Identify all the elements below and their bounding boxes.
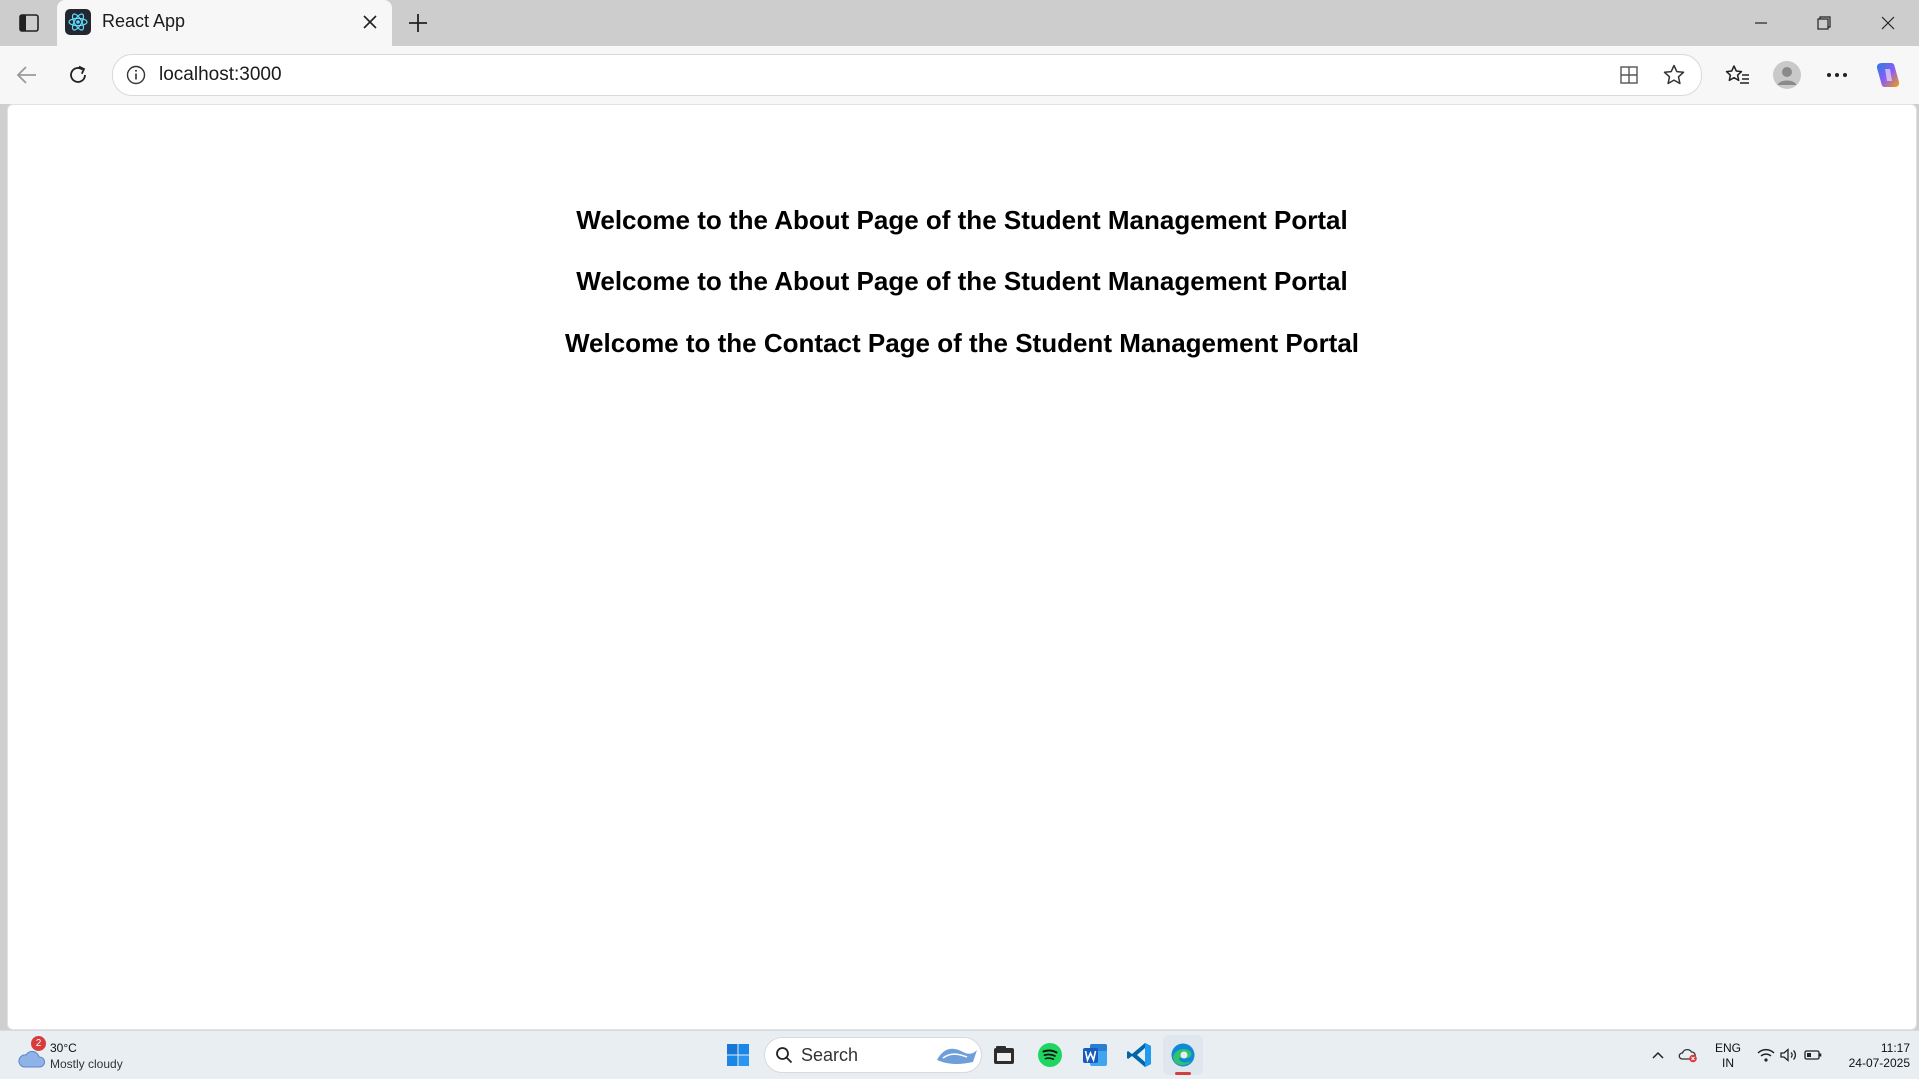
address-bar[interactable]: localhost:3000	[112, 54, 1702, 96]
weather-temperature: 30°C	[50, 1041, 77, 1055]
wifi-icon[interactable]	[1756, 1045, 1776, 1065]
browser-toolbar: localhost:3000	[0, 46, 1919, 104]
search-highlight-icon	[937, 1048, 977, 1064]
input-language-code: ENG	[1714, 1041, 1741, 1055]
vscode-icon[interactable]	[1119, 1035, 1159, 1075]
page-heading-about: Welcome to the About Page of the Student…	[576, 205, 1348, 235]
close-window-icon[interactable]	[1858, 0, 1918, 46]
edge-browser-icon[interactable]	[1163, 1035, 1203, 1075]
clock[interactable]: 11:17 24-07-2025	[1830, 1041, 1910, 1071]
tab-actions-icon[interactable]	[14, 10, 44, 36]
search-icon	[776, 1047, 793, 1064]
onedrive-error-icon[interactable]	[1678, 1045, 1698, 1065]
input-language[interactable]: ENG IN	[1712, 1041, 1744, 1071]
page-viewport: Welcome to the About Page of the Student…	[7, 104, 1917, 1030]
more-options-icon[interactable]	[1820, 58, 1854, 92]
page-heading-contact: Welcome to the Contact Page of the Stude…	[564, 328, 1360, 358]
favorite-star-icon[interactable]	[1660, 61, 1688, 89]
active-app-indicator	[1175, 1072, 1191, 1075]
back-icon[interactable]	[10, 58, 44, 92]
browser-tab-active[interactable]: React App	[57, 0, 392, 47]
volume-icon[interactable]	[1779, 1045, 1799, 1065]
tab-close-icon[interactable]	[360, 12, 380, 32]
refresh-icon[interactable]	[61, 58, 95, 92]
app-available-icon[interactable]	[1615, 61, 1643, 89]
minimize-icon[interactable]	[1731, 0, 1791, 46]
tab-title: React App	[102, 11, 186, 31]
tab-strip: React App	[0, 0, 1919, 47]
input-language-region: IN	[1722, 1056, 1734, 1070]
new-tab-icon[interactable]	[403, 8, 433, 38]
word-icon[interactable]	[1075, 1035, 1115, 1075]
start-windows-icon[interactable]	[718, 1035, 758, 1075]
profile-avatar-icon[interactable]	[1770, 58, 1804, 92]
site-info-icon[interactable]	[125, 64, 147, 86]
restore-icon[interactable]	[1794, 0, 1854, 46]
react-atom-icon	[65, 9, 91, 35]
url-text: localhost:3000	[159, 64, 282, 85]
file-explorer-icon[interactable]	[984, 1035, 1024, 1075]
show-hidden-icons-chevron[interactable]	[1648, 1045, 1668, 1065]
page-heading-about-duplicate: Welcome to the About Page of the Student…	[576, 266, 1348, 296]
favorites-icon[interactable]	[1720, 58, 1754, 92]
copilot-icon[interactable]	[1871, 58, 1905, 92]
weather-widget[interactable]: 2 30°C Mostly cloudy	[14, 1036, 154, 1075]
spotify-icon[interactable]	[1030, 1035, 1070, 1075]
weather-badge: 2	[31, 1036, 46, 1051]
clock-time: 11:17	[1880, 1041, 1910, 1055]
windows-taskbar: 2 30°C Mostly cloudy Search ENG IN 11:17…	[0, 1030, 1919, 1079]
battery-icon[interactable]	[1803, 1045, 1823, 1065]
clock-date: 24-07-2025	[1848, 1056, 1910, 1070]
weather-description: Mostly cloudy	[50, 1057, 123, 1071]
taskbar-search[interactable]: Search	[764, 1037, 982, 1073]
search-label: Search	[801, 1045, 859, 1065]
